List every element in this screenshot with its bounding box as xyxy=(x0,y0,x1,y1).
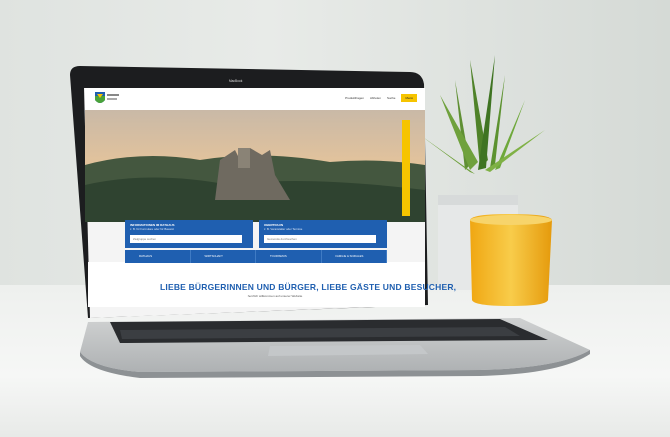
quicklink-wirtschaft[interactable]: WIRTSCHAFT xyxy=(191,250,256,263)
panel-subtitle: z. B. für Formulare oder für Bauamt xyxy=(130,227,174,231)
quicklink-tourismus[interactable]: TOURISMUS xyxy=(256,250,322,263)
panel-subtitle: z. B. Veranstalter oder Termine xyxy=(264,227,303,231)
municipality-logo[interactable] xyxy=(93,91,121,107)
quicklinks-bar: RATHAUS WIRTSCHAFT TOURISMUS FAMILIE & S… xyxy=(125,250,387,263)
search-placeholder: Gemeinde durchsuchen xyxy=(267,237,297,241)
nav-item-suche[interactable]: Suche xyxy=(387,96,396,100)
screen-content: MacBook Produktfragen Abholen Suche Menü… xyxy=(0,0,670,437)
page-subline: herzlich willkommen auf unserer Website xyxy=(247,294,303,298)
photo-scene: MacBook Produktfragen Abholen Suche Menü… xyxy=(0,0,670,437)
search-panel-rathaus: INFORMATIONEN IM RATHAUS z. B. für Formu… xyxy=(125,220,253,248)
page-headline: LIEBE BÜRGERINNEN UND BÜRGER, LIEBE GÄST… xyxy=(160,282,457,292)
search-input[interactable]: Gemeinde durchsuchen xyxy=(264,235,376,243)
search-input[interactable]: Zielgruppe suchen xyxy=(130,235,242,243)
site-header: Produktfragen Abholen Suche Menü xyxy=(85,88,425,110)
quicklink-familie[interactable]: FAMILIE & SOZIALES xyxy=(322,250,387,263)
top-nav: Produktfragen Abholen Suche Menü xyxy=(345,94,417,102)
menu-button[interactable]: Menü xyxy=(401,94,417,102)
search-panel-obertraun: OBERTRAUN z. B. Veranstalter oder Termin… xyxy=(259,220,387,248)
search-placeholder: Zielgruppe suchen xyxy=(133,237,157,241)
side-tab[interactable] xyxy=(402,120,410,216)
nav-item-abholen[interactable]: Abholen xyxy=(370,96,381,100)
nav-item-produktfragen[interactable]: Produktfragen xyxy=(345,96,364,100)
search-panels: INFORMATIONEN IM RATHAUS z. B. für Formu… xyxy=(125,220,387,248)
quicklink-rathaus[interactable]: RATHAUS xyxy=(125,250,191,263)
camera-label: MacBook xyxy=(229,79,243,83)
